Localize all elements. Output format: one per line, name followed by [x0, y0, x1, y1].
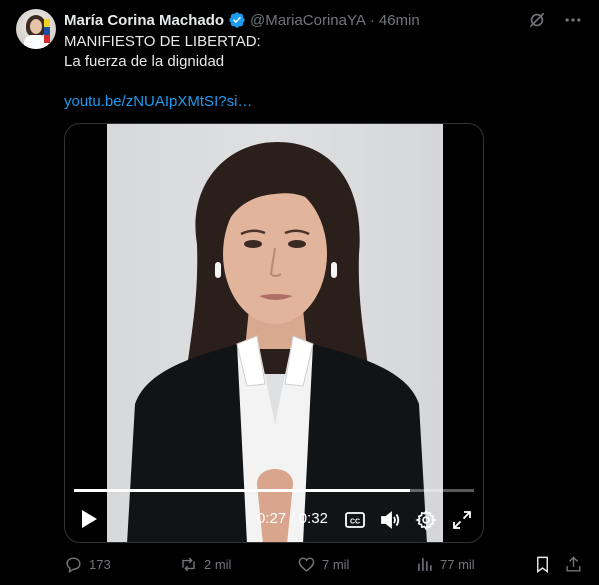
bookmark-button[interactable]: [533, 555, 552, 574]
tweet-actions: 173 2 mil 7 mil 77 mil: [64, 555, 584, 577]
woman-speaking-illustration: [127, 142, 427, 542]
avatar[interactable]: [16, 9, 56, 49]
time-separator: /: [290, 510, 295, 527]
video-progress-fill: [74, 489, 410, 492]
more-options-icon[interactable]: [563, 10, 583, 30]
reply-button[interactable]: 173: [64, 555, 111, 574]
top-actions: [527, 10, 583, 30]
like-count: 7 mil: [322, 557, 350, 572]
separator-dot: ·: [369, 11, 375, 29]
reply-count: 173: [89, 557, 111, 572]
author-name[interactable]: María Corina Machado: [64, 12, 224, 29]
video-progress-bar[interactable]: [74, 489, 474, 492]
svg-text:CC: CC: [350, 519, 360, 526]
verified-badge-icon[interactable]: [228, 11, 246, 29]
tweet: María Corina Machado @MariaCorinaYA · 46…: [0, 0, 599, 585]
play-icon[interactable]: [79, 508, 99, 530]
views-count: 77 mil: [440, 557, 475, 572]
views-chart-icon: [418, 558, 432, 571]
video-frame[interactable]: [107, 124, 443, 542]
heart-icon: [298, 557, 315, 572]
timestamp[interactable]: 46min: [379, 12, 420, 29]
views-button[interactable]: 77 mil: [415, 555, 475, 574]
captions-icon[interactable]: CC: [344, 509, 366, 531]
tweet-header: María Corina Machado @MariaCorinaYA · 46…: [64, 10, 420, 30]
video-controls: 0:27 / 0:32 CC: [65, 504, 483, 534]
current-time: 0:27: [257, 510, 287, 527]
author-handle[interactable]: @MariaCorinaYA: [250, 12, 366, 29]
youtube-link[interactable]: youtu.be/zNUAIpXMtSI?si…: [64, 92, 564, 112]
video-timecode: 0:27 / 0:32: [257, 510, 328, 527]
repost-icon: [182, 557, 195, 572]
reply-icon: [66, 557, 81, 573]
tweet-text-line: La fuerza de la dignidad: [64, 53, 225, 70]
fullscreen-icon[interactable]: [451, 509, 473, 531]
repost-button[interactable]: 2 mil: [179, 555, 231, 574]
tweet-text: MANIFIESTO DE LIBERTAD: La fuerza de la …: [64, 32, 564, 112]
share-button[interactable]: [564, 555, 583, 574]
like-button[interactable]: 7 mil: [297, 555, 349, 574]
duration: 0:32: [298, 510, 328, 527]
settings-gear-icon[interactable]: [415, 509, 437, 531]
bookmark-icon: [537, 556, 548, 574]
share-icon: [566, 556, 581, 572]
tweet-text-line: MANIFIESTO DE LIBERTAD:: [64, 33, 261, 50]
video-player[interactable]: 0:27 / 0:32 CC: [64, 123, 484, 543]
grok-icon[interactable]: [527, 10, 547, 30]
volume-icon[interactable]: [379, 509, 401, 531]
repost-count: 2 mil: [204, 557, 232, 572]
